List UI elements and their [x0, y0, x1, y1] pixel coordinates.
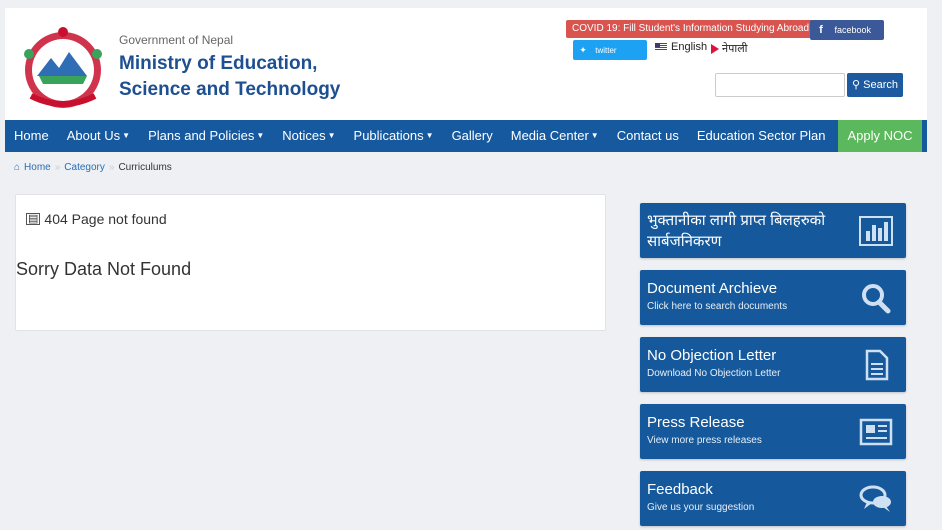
- search-button-label: Search: [863, 79, 898, 91]
- chat-icon: [859, 485, 891, 512]
- nav-about-us[interactable]: About Us ▼: [58, 120, 139, 153]
- content-panel: ▤ 404 Page not found Sorry Data Not Foun…: [15, 194, 606, 331]
- card-title: Feedback: [647, 481, 713, 498]
- panel-heading: ▤ 404 Page not found: [26, 211, 167, 227]
- ministry-title[interactable]: Ministry of Education, Science and Techn…: [119, 51, 340, 103]
- nav-plans-and-policies[interactable]: Plans and Policies ▼: [139, 120, 273, 153]
- language-english-label: English: [671, 41, 708, 53]
- not-found-message: Sorry Data Not Found: [16, 259, 192, 279]
- language-english-link[interactable]: English: [655, 41, 707, 53]
- search-input[interactable]: [715, 73, 845, 97]
- bar-chart-icon: [859, 216, 893, 246]
- nav-education-sector-plan[interactable]: Education Sector Plan: [688, 120, 835, 152]
- caret-down-icon: ▼: [327, 131, 336, 141]
- covid-info-link[interactable]: COVID 19: Fill Student's Information Stu…: [566, 20, 816, 38]
- nav-gallery-label: Gallery: [451, 128, 493, 143]
- nav-notices[interactable]: Notices ▼: [273, 120, 344, 153]
- bills-publication-card[interactable]: भुक्तानीका लागी प्राप्त बिलहरुको सार्बजन…: [640, 203, 906, 258]
- no-objection-letter-card[interactable]: No Objection Letter Download No Objectio…: [640, 337, 906, 392]
- caret-down-icon: ▼: [256, 131, 265, 141]
- card-title: Press Release: [647, 414, 745, 431]
- search-icon: ⚲: [852, 79, 861, 91]
- nav-media-center[interactable]: Media Center ▼: [502, 120, 608, 153]
- nav-gallery[interactable]: Gallery: [443, 120, 502, 152]
- caret-down-icon: ▼: [122, 131, 131, 141]
- breadcrumb-current: Curriculums: [118, 162, 172, 173]
- apply-noc-button[interactable]: Apply NOC: [838, 120, 922, 152]
- nav-home[interactable]: Home: [5, 120, 58, 152]
- breadcrumb-category[interactable]: Category: [64, 162, 105, 173]
- nav-contact-us[interactable]: Contact us: [608, 120, 688, 152]
- breadcrumb-separator: »: [108, 162, 115, 173]
- card-title: भुक्तानीका लागी प्राप्त बिलहरुको सार्बजन…: [647, 212, 826, 250]
- nav-about-us-label: About Us: [66, 127, 121, 143]
- facebook-label: facebook: [834, 25, 872, 35]
- search-button[interactable]: ⚲ Search: [847, 73, 903, 97]
- newspaper-icon: [859, 418, 893, 446]
- card-subtitle: Give us your suggestion: [647, 502, 755, 513]
- site-header: Government of Nepal Ministry of Educatio…: [5, 8, 927, 120]
- press-release-card[interactable]: Press Release View more press releases: [640, 404, 906, 459]
- card-title: No Objection Letter: [647, 347, 777, 364]
- nav-publications-label: Publications: [353, 127, 424, 143]
- feedback-card[interactable]: Feedback Give us your suggestion: [640, 471, 906, 526]
- ministry-title-line2: Science and Technology: [119, 79, 341, 100]
- card-subtitle: Download No Objection Letter: [647, 368, 781, 379]
- page: Government of Nepal Ministry of Educatio…: [0, 0, 942, 530]
- breadcrumb-home[interactable]: Home: [24, 162, 51, 173]
- card-subtitle: Click here to search documents: [647, 301, 788, 312]
- nav-media-center-label: Media Center: [510, 127, 589, 143]
- card-title: Document Archieve: [647, 280, 778, 297]
- caret-down-icon: ▼: [590, 131, 599, 141]
- home-icon[interactable]: ⌂: [14, 162, 20, 173]
- nav-publications[interactable]: Publications ▼: [345, 120, 443, 153]
- card-subtitle: View more press releases: [647, 435, 762, 446]
- search-icon: [862, 284, 891, 314]
- document-archive-card[interactable]: Document Archieve Click here to search d…: [640, 270, 906, 325]
- language-nepali-label: नेपाली: [722, 43, 748, 55]
- caret-down-icon: ▼: [425, 131, 434, 141]
- newspaper-icon: ▤: [26, 213, 41, 225]
- ministry-title-line1: Ministry of Education,: [119, 53, 318, 74]
- panel-heading-text: 404 Page not found: [44, 211, 167, 227]
- twitter-icon: ✦: [579, 45, 587, 55]
- twitter-label: twitter: [595, 46, 617, 55]
- nepal-flag-icon: [711, 43, 719, 54]
- nav-notices-label: Notices: [282, 127, 326, 143]
- breadcrumb-separator: »: [54, 162, 61, 173]
- nepal-emblem-logo[interactable]: [17, 24, 109, 112]
- nav-education-sector-plan-label: Education Sector Plan: [696, 128, 826, 143]
- twitter-button[interactable]: ✦ twitter: [573, 40, 647, 60]
- breadcrumb: ⌂ Home » Category » Curriculums: [14, 162, 172, 173]
- facebook-button[interactable]: f facebook: [810, 20, 884, 40]
- main-navigation: Home About Us ▼ Plans and Policies ▼ Notic…: [5, 120, 927, 152]
- nav-home-label: Home: [14, 128, 49, 143]
- facebook-icon: f: [819, 24, 823, 36]
- document-icon: [865, 349, 889, 381]
- nav-plans-label: Plans and Policies: [148, 127, 255, 143]
- language-nepali-link[interactable]: नेपाली: [711, 41, 748, 56]
- nav-contact-us-label: Contact us: [616, 128, 679, 143]
- government-label: Government of Nepal: [119, 33, 234, 47]
- us-flag-icon: [655, 43, 667, 51]
